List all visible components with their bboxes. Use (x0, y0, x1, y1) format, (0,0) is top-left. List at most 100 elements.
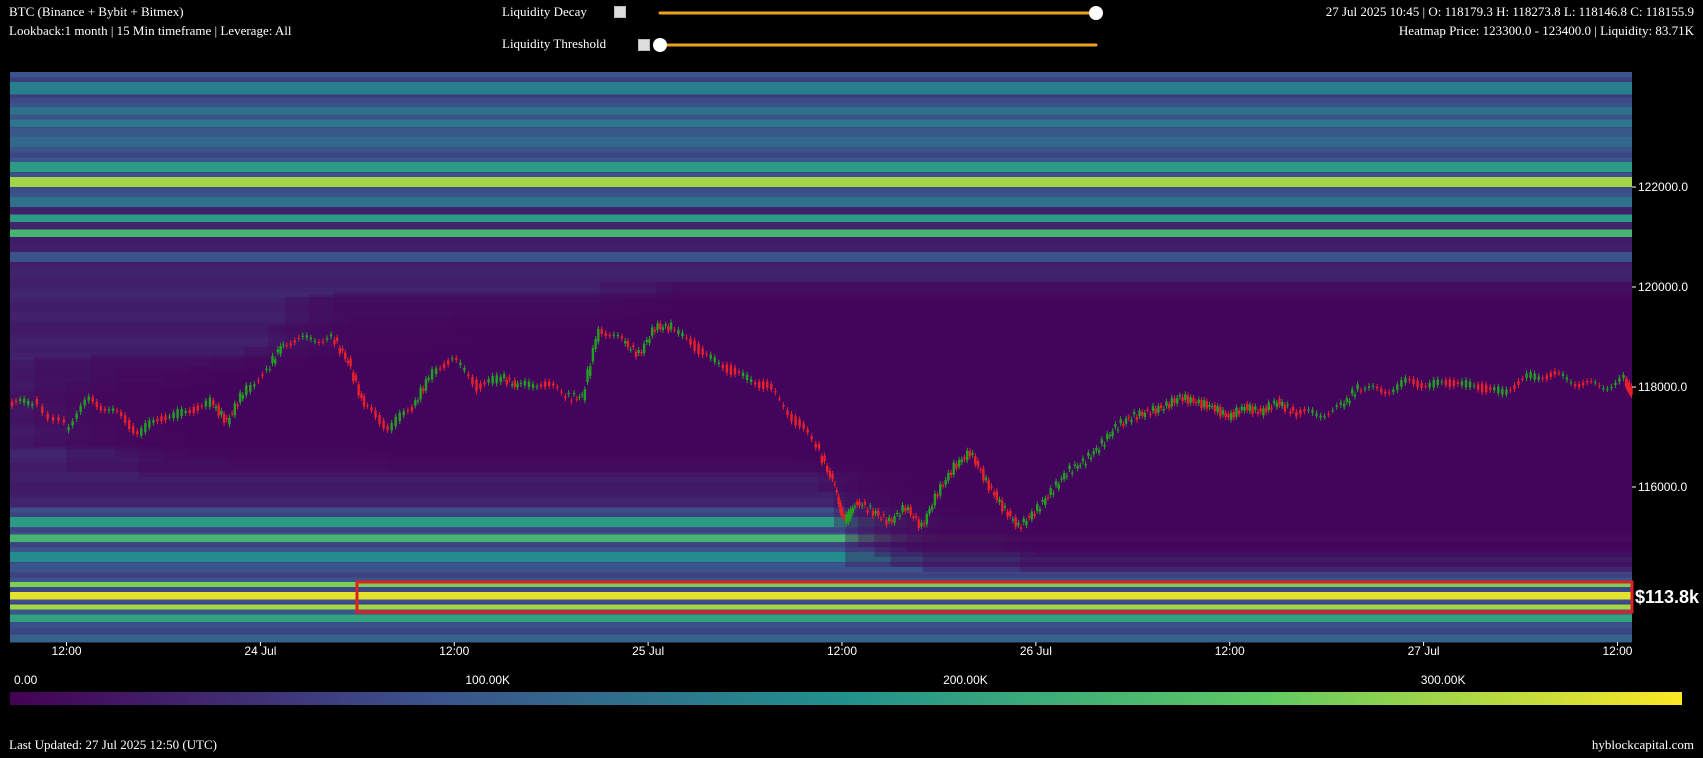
candle-body (204, 400, 208, 407)
candle-body (656, 323, 659, 331)
candle-body (1590, 381, 1593, 383)
y-tick-label: 118000.0 (1638, 380, 1687, 394)
colorbar-tick-label: 100.00K (465, 673, 510, 687)
candle-body (1084, 463, 1087, 466)
candle-body (543, 381, 547, 388)
candle-body (626, 341, 630, 348)
candle-body (370, 407, 373, 411)
slider-group (653, 6, 1103, 52)
brand-link[interactable]: hyblockcapital.com (1592, 737, 1694, 753)
candle-body (390, 423, 393, 431)
candle-body (677, 330, 680, 334)
candle-body (1054, 481, 1058, 486)
candle-body (1323, 416, 1326, 418)
candle-body (434, 368, 438, 375)
candle-body (1577, 384, 1581, 387)
candle-body (374, 410, 377, 418)
decay-slider-handle[interactable] (1089, 6, 1103, 20)
candle-body (849, 509, 852, 519)
candle-body (152, 420, 155, 423)
candle-body (111, 408, 115, 411)
candle-body (753, 382, 757, 385)
x-tick-label: 12:00 (1602, 644, 1632, 658)
candle-body (1371, 385, 1375, 387)
candle-body (274, 359, 277, 364)
candle-body (851, 507, 854, 514)
candle-body (265, 368, 268, 370)
threshold-slider-handle[interactable] (653, 38, 667, 52)
candle-body (1237, 410, 1241, 415)
candle-body (650, 327, 654, 336)
candle-body (1022, 518, 1025, 523)
candle-body (1335, 405, 1338, 407)
last-updated: Last Updated: 27 Jul 2025 12:50 (UTC) (9, 737, 217, 752)
candle-body (1307, 409, 1310, 411)
candle-body (1224, 412, 1227, 418)
candle-body (463, 368, 466, 371)
candle-body (357, 384, 360, 396)
candle-body (1159, 405, 1163, 409)
candle-body (1052, 493, 1055, 495)
candle-body (239, 392, 242, 403)
candle-body (1173, 398, 1176, 404)
candle-body (346, 360, 350, 364)
candle-body (487, 379, 490, 383)
liquidity-band (10, 634, 1632, 642)
candle-body (778, 398, 781, 400)
candle-body (1044, 498, 1047, 505)
candle-body (14, 400, 18, 402)
candle-body (794, 416, 797, 426)
candle-body (925, 513, 929, 525)
candle-body (1610, 386, 1613, 388)
candle-body (253, 384, 256, 387)
candle-body (770, 384, 773, 390)
candle-body (612, 334, 616, 336)
candle-body (1235, 407, 1238, 417)
candle-body (669, 322, 673, 330)
candle-body (661, 327, 665, 330)
candle-body (1154, 408, 1157, 414)
candle-body (1192, 397, 1195, 403)
candle-body (1132, 412, 1136, 415)
candle-body (1036, 504, 1039, 511)
candle-body (362, 396, 366, 407)
candle-body (26, 401, 30, 405)
candle-body (1291, 406, 1295, 411)
candle-body (893, 516, 896, 523)
candle-body (1046, 497, 1050, 499)
candle-body (774, 391, 777, 393)
candle-body (1553, 371, 1557, 375)
candle-body (648, 338, 651, 343)
candle-body (1038, 509, 1042, 512)
candle-body (414, 400, 417, 406)
candle-body (578, 397, 581, 399)
candle-body (419, 387, 422, 400)
candle-body (1396, 384, 1399, 391)
heatmap-row (10, 272, 1632, 278)
candle-body (841, 509, 844, 517)
candle-body (1348, 400, 1351, 404)
candle-body (168, 416, 171, 418)
candle-body (766, 381, 769, 388)
candle-body (1529, 372, 1532, 379)
candle-body (491, 375, 494, 384)
heatmap-row (10, 572, 1632, 578)
heatmap-row (10, 157, 1632, 163)
candle-body (148, 420, 151, 428)
y-axis: 122000.0 120000.0 118000.0 116000.0 (1632, 180, 1688, 494)
candle-body (217, 405, 220, 416)
candle-body (1448, 379, 1452, 387)
candle-body (782, 405, 785, 407)
candle-body (1606, 388, 1609, 390)
candle-body (733, 367, 737, 375)
candle-body (279, 346, 282, 354)
candle-body (378, 415, 381, 424)
candle-body (912, 516, 915, 519)
candle-body (513, 380, 517, 387)
candle-body (992, 492, 996, 496)
candle-body (18, 399, 22, 402)
candle-body (955, 463, 958, 469)
liquidity-band (10, 214, 1632, 222)
candle-body (1384, 391, 1387, 394)
candle-body (1213, 404, 1217, 412)
